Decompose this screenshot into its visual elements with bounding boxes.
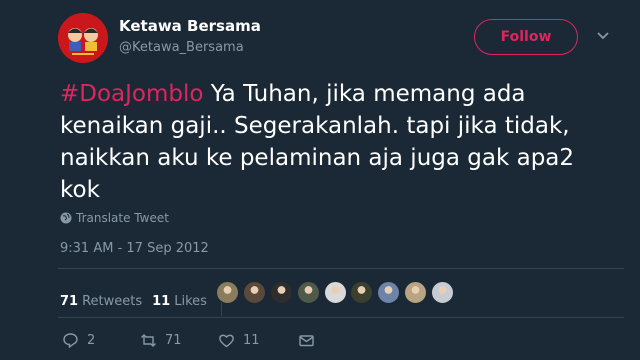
follow-button[interactable]: Follow [474, 19, 578, 55]
translate-tweet-link[interactable]: Translate Tweet [60, 211, 169, 225]
liker-avatar[interactable] [404, 281, 428, 304]
liker-avatar[interactable] [350, 281, 374, 304]
translate-label: Translate Tweet [76, 211, 169, 225]
retweets-count: 71 [60, 293, 79, 309]
retweet-count: 71 [165, 332, 182, 348]
retweet-icon [141, 333, 156, 347]
reply-button[interactable]: 2 [62, 331, 95, 349]
avatar[interactable] [58, 13, 108, 63]
globe-icon [60, 212, 72, 224]
tweet-card: Ketawa Bersama @Ketawa_Bersama Follow #D… [0, 0, 640, 360]
retweet-button[interactable]: 71 [140, 331, 182, 349]
heart-icon [219, 334, 234, 347]
likes-count: 11 [152, 293, 171, 309]
direct-message-button[interactable] [298, 331, 315, 349]
tweet-text: #DoaJomblo Ya Tuhan, jika memang ada ken… [60, 78, 620, 206]
liker-avatar[interactable] [377, 281, 401, 304]
likes-stat[interactable]: 11 Likes [152, 294, 207, 309]
user-handle[interactable]: @Ketawa_Bersama [119, 40, 244, 55]
retweets-label: Retweets [82, 293, 143, 309]
like-count: 11 [243, 332, 260, 348]
envelope-icon [299, 334, 314, 346]
chevron-down-icon[interactable] [595, 30, 611, 42]
hashtag-link[interactable]: #DoaJomblo [60, 81, 203, 107]
tweet-timestamp[interactable]: 9:31 AM - 17 Sep 2012 [60, 241, 209, 256]
reply-count: 2 [87, 332, 96, 348]
liker-avatar[interactable] [216, 281, 239, 304]
engagement-stats: 71 Retweets 11 Likes [60, 286, 232, 316]
retweets-stat[interactable]: 71 Retweets [60, 294, 142, 309]
liker-avatar[interactable] [242, 281, 266, 304]
divider [58, 317, 624, 318]
liker-avatar[interactable] [296, 281, 320, 304]
divider [58, 268, 624, 269]
liker-avatar[interactable] [323, 281, 347, 304]
liker-avatar[interactable] [431, 281, 455, 304]
likes-label: Likes [174, 293, 207, 309]
like-button[interactable]: 11 [218, 331, 260, 349]
reply-icon [63, 332, 78, 348]
user-name[interactable]: Ketawa Bersama [119, 17, 261, 35]
liker-avatar[interactable] [269, 281, 293, 304]
liker-avatars [216, 281, 458, 304]
